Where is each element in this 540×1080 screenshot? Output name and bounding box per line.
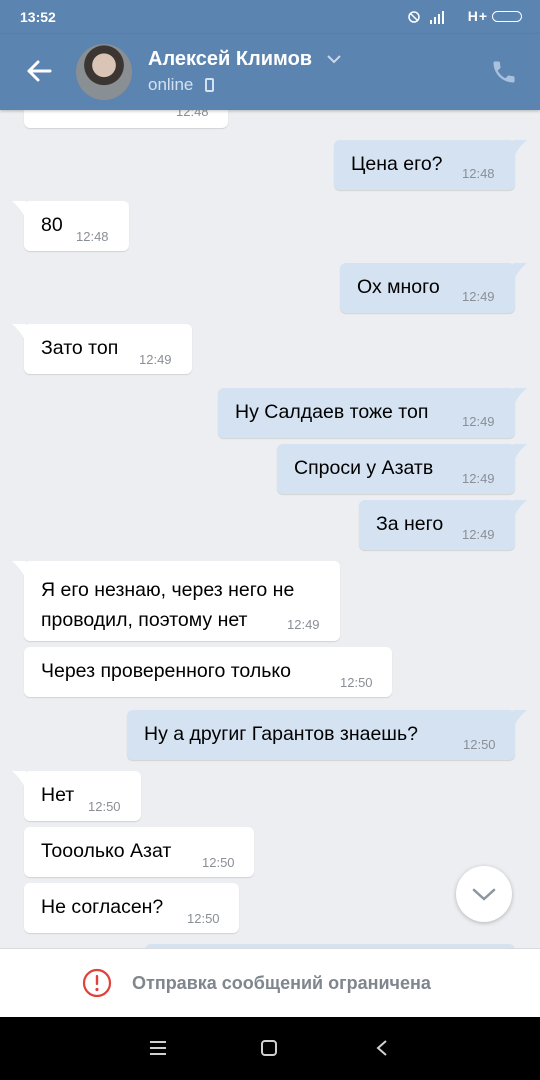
message-text: 80 <box>41 214 63 236</box>
battery-icon <box>492 11 522 22</box>
incoming-message[interactable]: 80 12:48 <box>12 201 129 251</box>
outgoing-message[interactable]: Ну Салдаев тоже топ 12:49 <box>218 388 527 438</box>
message-text: Не согласен? <box>41 896 164 918</box>
bubble-tail <box>12 771 26 789</box>
message-text: Я его незнаю, через него не проводил, по… <box>41 579 295 631</box>
message-text: Зато топ <box>41 337 119 359</box>
outgoing-message[interactable]: Ох много 12:49 <box>340 263 527 313</box>
incoming-message[interactable]: Не согласен? 12:50 <box>24 883 239 933</box>
message-time: 12:50 <box>88 799 121 814</box>
avatar[interactable] <box>76 44 132 100</box>
message-time: 12:49 <box>139 352 172 367</box>
bubble-tail <box>513 140 527 158</box>
message-time: 12:50 <box>202 855 235 870</box>
bubble-tail <box>12 324 26 342</box>
message-time: 12:49 <box>462 414 495 429</box>
chevron-down-icon <box>472 888 496 901</box>
bubble-tail <box>513 500 527 518</box>
system-nav-bar <box>0 1016 540 1080</box>
incoming-message[interactable]: Зато топ 12:49 <box>12 324 192 374</box>
message-time: 12:48 <box>76 229 109 244</box>
outgoing-message[interactable]: Спроси у Азатв 12:49 <box>277 444 527 494</box>
message-text: Ну Салдаев тоже топ <box>235 401 429 423</box>
message-time: 12:49 <box>287 617 320 632</box>
scroll-down-button[interactable] <box>456 866 512 922</box>
incoming-message[interactable]: Через проверенного только 12:50 <box>24 647 392 697</box>
restriction-text: Отправка сообщений ограничена <box>132 973 431 993</box>
bubble-tail <box>12 561 26 579</box>
message-time: 12:50 <box>187 911 220 926</box>
bubble-tail <box>513 710 527 728</box>
message-time: 12:50 <box>463 737 496 752</box>
message-time: 12:49 <box>462 527 495 542</box>
network-type: H+ <box>467 8 488 24</box>
message-text: Нет <box>41 784 75 806</box>
message-text: Ну а другиг Гарантов знаешь? <box>144 723 418 745</box>
restriction-banner: Отправка сообщений ограничена <box>0 948 540 1017</box>
message-text: Цена его? <box>351 153 443 175</box>
contact-name[interactable]: Алексей Климов <box>148 48 312 71</box>
chat-header: Алексей Климов online <box>0 34 540 110</box>
outgoing-message[interactable]: Цена его? 12:48 <box>334 140 527 190</box>
message-text: Тоoолько Азат <box>41 840 172 862</box>
incoming-message[interactable]: Тоoолько Азат 12:50 <box>24 827 254 877</box>
message-time: 12:49 <box>462 471 495 486</box>
mobile-icon <box>205 78 214 92</box>
back-arrow-icon[interactable] <box>22 54 56 88</box>
menu-icon[interactable] <box>148 1039 168 1057</box>
back-icon[interactable] <box>372 1038 392 1058</box>
status-bar: 13:52 H+ <box>0 0 540 34</box>
message-text: Ох много <box>357 276 440 298</box>
phone-call-icon[interactable] <box>490 58 518 86</box>
message-time: 12:49 <box>462 289 495 304</box>
bubble-tail <box>513 444 527 462</box>
clock: 13:52 <box>20 9 56 25</box>
signal-icon <box>408 11 444 24</box>
warning-icon <box>82 968 112 998</box>
message-time: 12:48 <box>462 166 495 181</box>
outgoing-message[interactable]: За него 12:49 <box>359 500 527 550</box>
incoming-message[interactable]: Нет 12:50 <box>12 771 141 821</box>
message-text: Спроси у Азатв <box>294 457 434 479</box>
outgoing-message[interactable]: Ну а другиг Гарантов знаешь? 12:50 <box>127 710 527 760</box>
bubble-tail <box>513 388 527 406</box>
message-text: Через проверенного только <box>41 660 291 682</box>
chevron-down-icon[interactable] <box>326 52 342 66</box>
bubble-tail <box>513 263 527 281</box>
incoming-message[interactable]: Я его незнаю, через него не проводил, по… <box>12 561 340 641</box>
message-text: За него <box>376 513 444 535</box>
home-icon[interactable] <box>259 1039 279 1057</box>
online-status: online <box>148 75 194 94</box>
bubble-tail <box>12 201 26 219</box>
message-time: 12:50 <box>340 675 373 690</box>
